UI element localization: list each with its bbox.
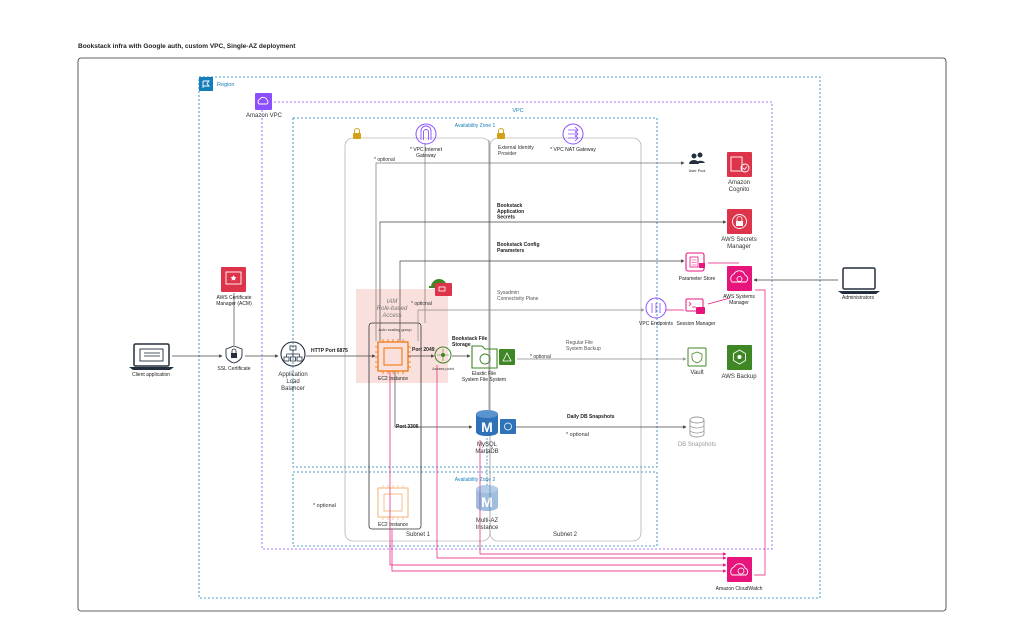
config-params-label: Bookstack Config Parameters — [497, 242, 540, 254]
acm-icon — [221, 267, 246, 292]
efs-icon — [471, 345, 515, 369]
subnet1-label: Subnet 1 — [406, 532, 431, 538]
parameter-store-label: Parameter Store — [679, 276, 716, 282]
az1-label: Availability Zone 1 — [455, 123, 496, 129]
az2-optional-label: * optional — [313, 503, 336, 509]
region-label: Region — [217, 82, 234, 88]
iam-optional-label: * optional — [411, 301, 432, 307]
svg-text:M: M — [481, 419, 493, 435]
app-secrets-label: Bookstack Application Secrets — [497, 203, 524, 221]
amazon-vpc-label: Amazon VPC — [246, 113, 283, 119]
ssl-certificate-label: SSL Certificate — [217, 366, 250, 372]
cognito-icon — [727, 152, 752, 177]
ec2-instance-2-icon — [377, 485, 409, 520]
efs-label: Elastic File System File System — [462, 371, 506, 383]
client-application-icon — [129, 343, 174, 370]
secrets-manager-icon — [727, 209, 752, 234]
administrators-icon — [838, 267, 880, 294]
region-flag-icon — [199, 77, 213, 91]
aws-backup-icon — [727, 345, 752, 370]
mysql-label: MySQL MariaDB — [475, 442, 498, 455]
cloudwatch-icon — [727, 557, 752, 582]
vpc-label: VPC — [512, 108, 523, 114]
svg-text:M: M — [481, 494, 493, 510]
session-manager-label: Session Manager — [677, 321, 716, 327]
client-application-label: Client application — [132, 372, 170, 378]
acm-label: AWS Certificate Manager (ACM) — [216, 295, 252, 307]
snap-optional-label: * optional — [566, 432, 589, 438]
architecture-diagram: Region VPC Amazon VPC Availability Zone … — [77, 57, 947, 612]
aws-backup-label: AWS Backup — [721, 374, 757, 380]
session-manager-icon — [685, 298, 705, 314]
parameter-store-icon — [685, 252, 705, 272]
cognito-label: Amazon Cognito — [728, 180, 750, 193]
sysadmin-plane-label: Sysadmin Connectivity Plane — [497, 290, 539, 302]
user-pool-label: User Pool — [689, 169, 706, 173]
http-port-label: HTTP Port 6875 — [311, 348, 348, 354]
fs-backup-label: Regular File System Backup — [566, 340, 601, 352]
multi-az-label: Multi-AZ Instance — [476, 518, 499, 531]
systems-manager-label: AWS Systems Manager — [723, 294, 755, 306]
subnet1-lock-icon — [353, 128, 361, 139]
nfs-port-label: Port 2049 — [412, 347, 435, 353]
az2-label: Availability Zone 2 — [455, 477, 496, 483]
user-pool-icon — [689, 152, 705, 164]
igw-label: * VPC Internet Gateway — [410, 147, 443, 159]
backup-optional-label: * optional — [530, 354, 551, 360]
vpc-endpoints-label: VPC Endpoints — [639, 321, 673, 327]
systems-manager-icon — [727, 266, 752, 291]
db-port-label: Port 3306 — [396, 424, 419, 430]
vault-icon — [687, 347, 707, 367]
mysql-icon: M — [476, 410, 516, 436]
internet-gateway-icon — [415, 123, 437, 145]
multi-az-db-icon: M — [476, 485, 498, 511]
cloudwatch-label: Amazon CloudWatch — [716, 586, 763, 592]
vpc-endpoints-icon — [645, 297, 667, 319]
ec2-2-label: EC2 Instance — [378, 522, 408, 528]
secrets-manager-label: AWS Secrets Manager — [721, 237, 756, 250]
subnet2-label: Subnet 2 — [553, 532, 578, 538]
access-point-icon — [434, 346, 452, 364]
asg-label: Auto scaling group — [378, 327, 412, 332]
nat-gateway-icon — [562, 123, 584, 145]
access-point-label: Access point — [432, 367, 454, 371]
subnet2-lock-icon — [497, 128, 505, 139]
ec2-1-label: EC2 Instance — [378, 376, 408, 382]
az2-group — [292, 471, 658, 547]
outer-frame — [77, 57, 947, 612]
alb-label: Application Load Balancer — [278, 372, 307, 392]
ssl-certificate-icon — [225, 345, 243, 364]
user-pool-optional-label: * optional — [374, 157, 395, 163]
db-snap-label: Daily DB Snapshots — [567, 414, 615, 420]
nat-label: * VPC NAT Gateway — [550, 147, 596, 153]
db-snapshots-icon — [689, 416, 705, 438]
administrators-label: Administrators — [842, 295, 874, 301]
idp-label: External Identity Provider — [498, 145, 534, 157]
vault-label: Vault — [690, 370, 704, 376]
amazon-vpc-icon — [255, 93, 272, 110]
db-snapshots-label: DB Snapshots — [678, 442, 716, 448]
